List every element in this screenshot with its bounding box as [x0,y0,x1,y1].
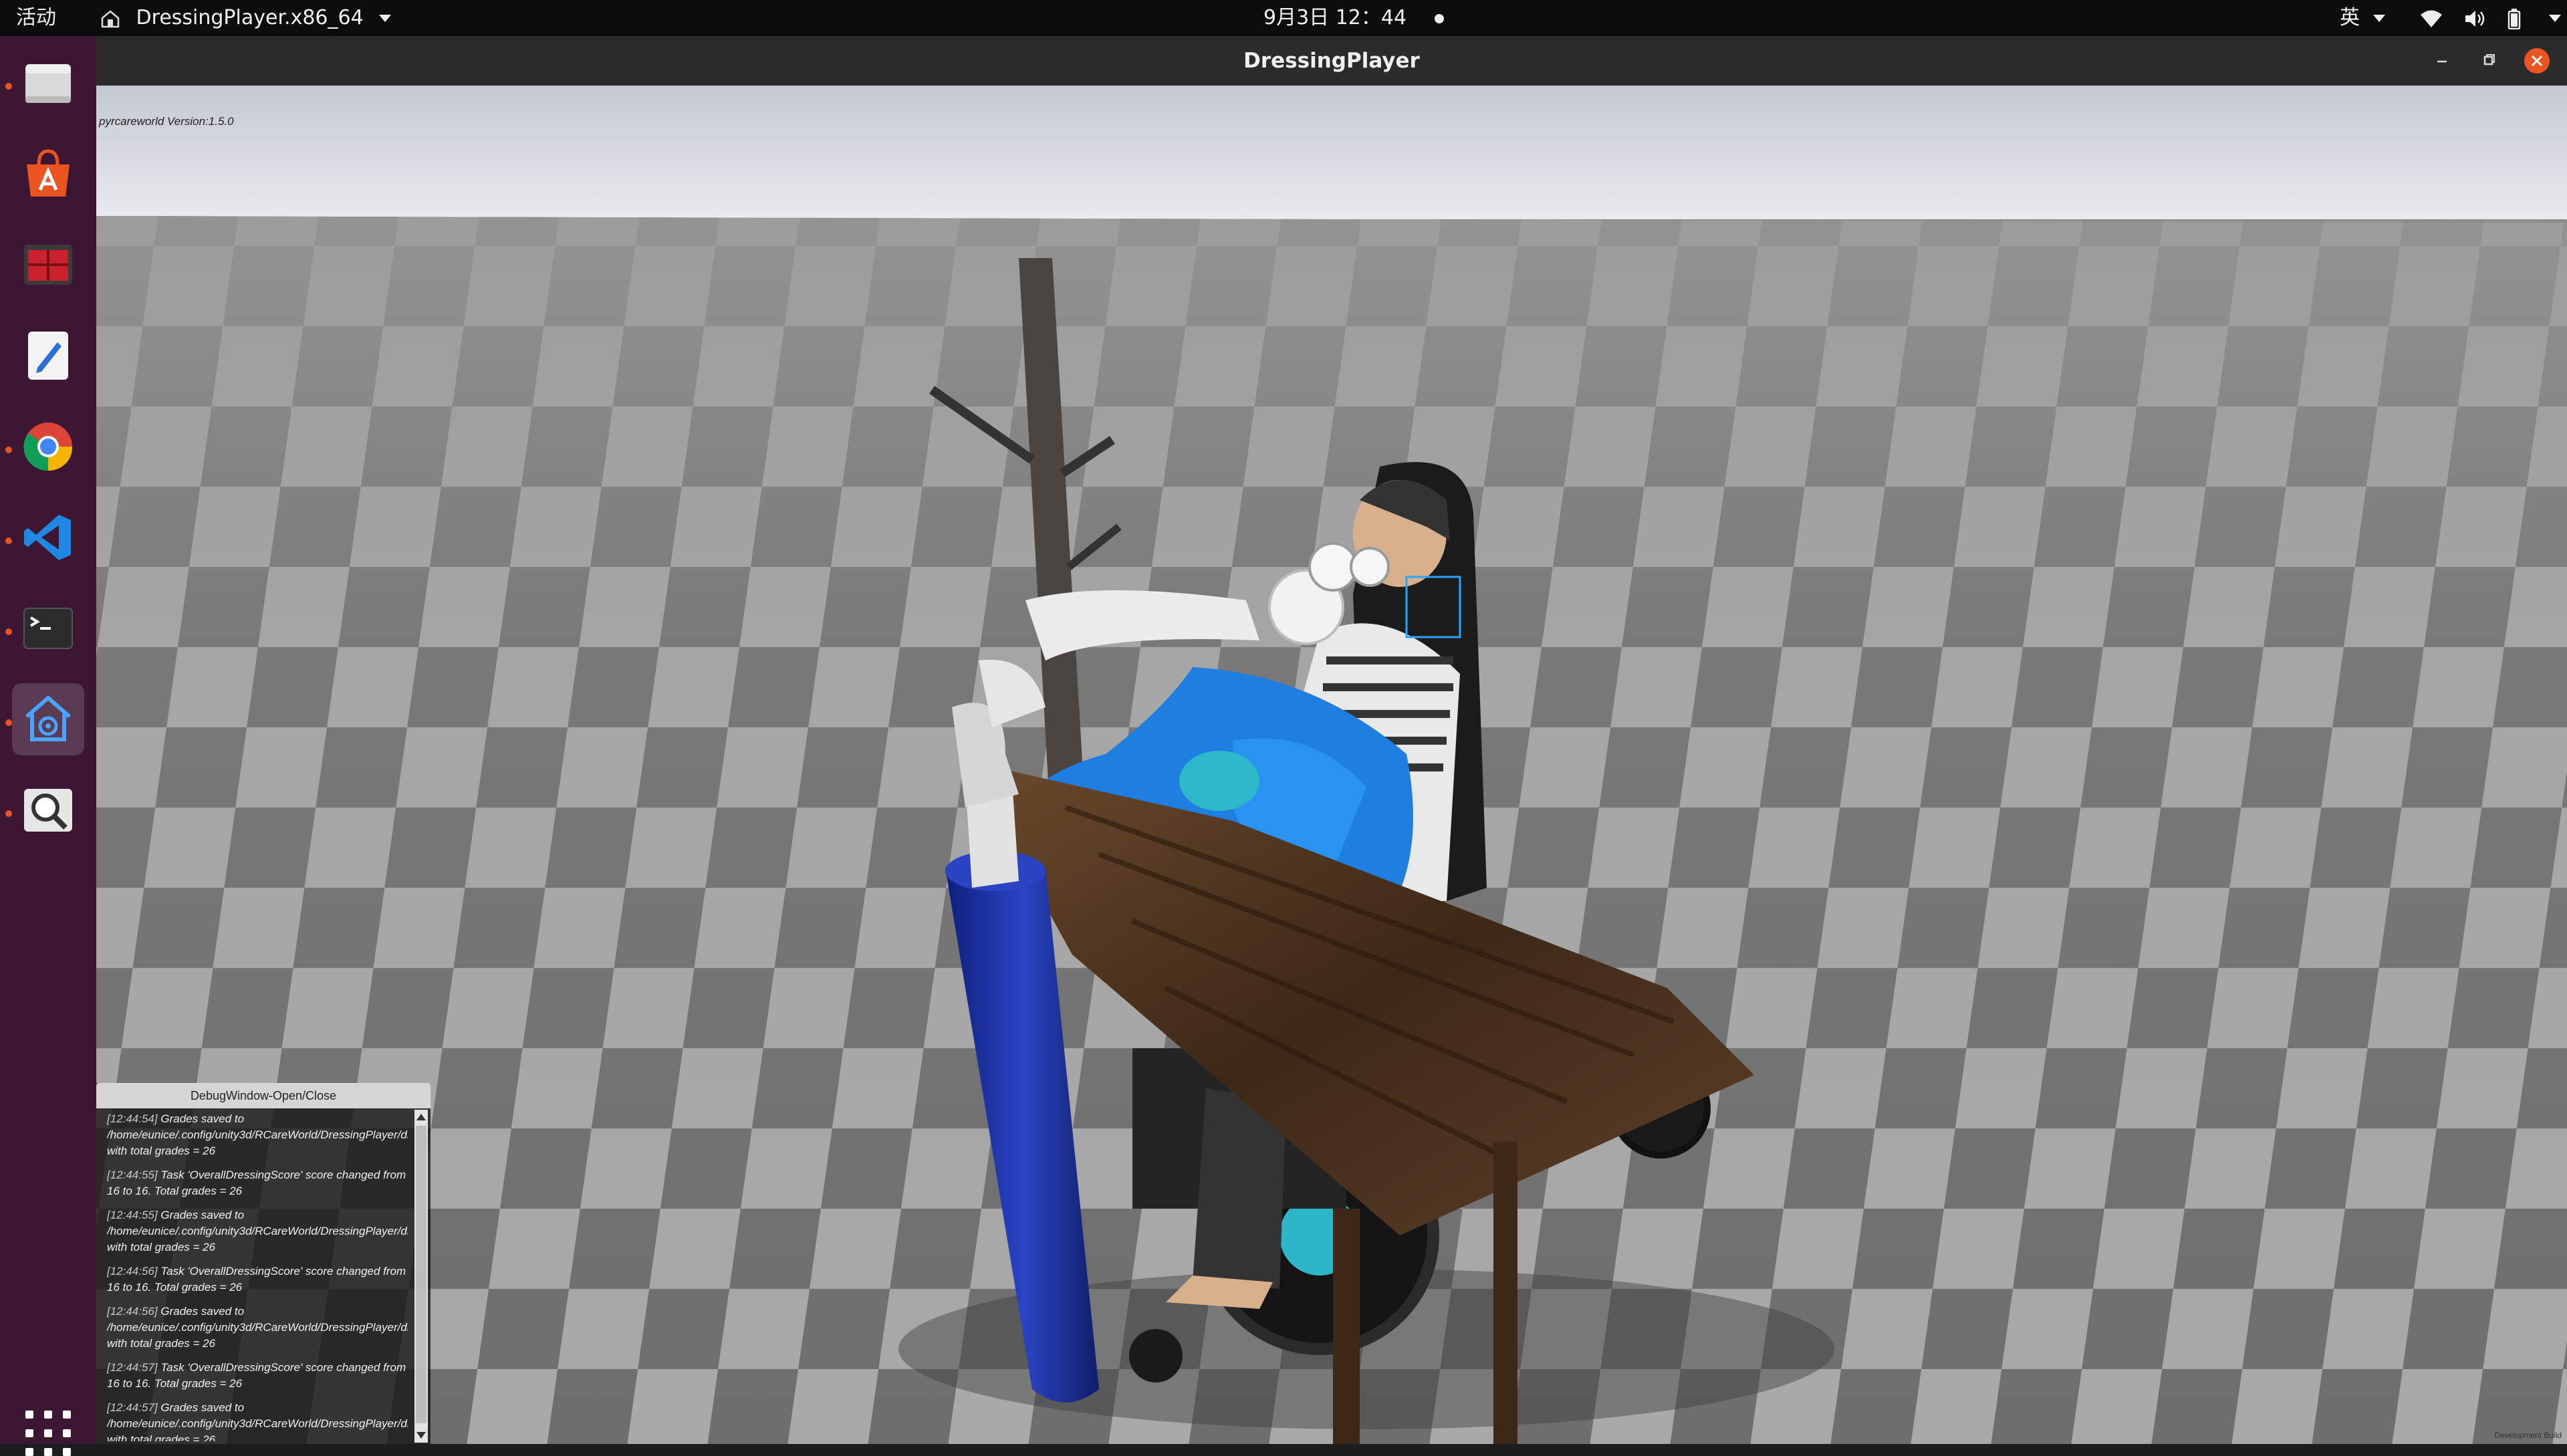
dock-item-dressing-player[interactable] [12,683,84,755]
dock-item-chrome[interactable] [12,410,84,483]
running-indicator [5,537,12,544]
log-entry: [12:44:56] Grades saved to /home/eunice/… [107,1305,408,1350]
minimize-button[interactable] [2429,48,2455,74]
app-icon [101,9,120,27]
magnifier-icon [24,789,72,832]
clock-label: 9月3日 12：44 [1263,6,1407,29]
volume-icon [2465,10,2484,27]
dev-build-label: Development Build [2494,1431,2562,1440]
folder-icon [25,64,71,103]
debug-window: DebugWindow-Open/Close [12:44:54] Grades… [96,1083,431,1444]
debug-window-toggle[interactable]: DebugWindow-Open/Close [96,1083,431,1108]
input-method-label: 英 [2340,6,2360,29]
clock[interactable]: 9月3日 12：44 [1263,0,1444,36]
log-entry: [12:44:55] Grades saved to /home/eunice/… [107,1209,408,1253]
chevron-down-icon [2372,15,2385,22]
log-entry: [12:44:57] Grades saved to /home/eunice/… [107,1401,408,1441]
dock-item-files[interactable] [12,47,84,119]
running-indicator [5,83,12,90]
running-indicator [5,447,12,453]
dock-item-terminal[interactable] [12,592,84,664]
activities-button[interactable]: 活动 [16,0,56,36]
debug-log-list[interactable]: [12:44:54] Grades saved to /home/eunice/… [107,1111,408,1441]
scene-render [96,86,2567,1444]
log-entry: [12:44:57] Task 'OverallDressingScore' s… [107,1361,406,1390]
top-bar: 活动 DressingPlayer.x86_64 9月3日 12：44 英 [0,0,2567,36]
log-entry: [12:44:55] Task 'OverallDressingScore' s… [107,1169,406,1197]
restore-icon [2483,54,2495,66]
app-menu[interactable]: DressingPlayer.x86_64 [100,0,392,36]
close-button[interactable] [2524,48,2550,74]
app-store-icon [27,149,70,197]
running-indicator [5,810,12,817]
window-title-bar[interactable]: DressingPlayer [96,36,2567,86]
battery-icon [2508,8,2521,29]
chrome-icon [23,422,73,471]
show-applications-button[interactable] [25,1411,71,1456]
game-window-icon [24,245,72,285]
sky [96,86,2567,219]
terminal-icon [23,608,73,649]
scroll-up-icon[interactable] [416,1114,426,1120]
window-title: DressingPlayer [1243,49,1420,73]
debug-scrollbar[interactable] [414,1110,428,1443]
close-icon [2531,55,2543,67]
wifi-icon [2421,10,2442,27]
app-menu-label: DressingPlayer.x86_64 [136,6,364,29]
game-viewport[interactable]: pyrcareworld Version:1.5.0 Development B… [96,86,2567,1444]
dock-item-image-viewer[interactable] [12,774,84,846]
version-label: pyrcareworld Version:1.5.0 [99,115,234,128]
dock-item-rcareworld[interactable] [12,229,84,301]
scroll-down-icon[interactable] [416,1432,426,1439]
pencil-icon [28,332,68,380]
log-entry: [12:44:56] Task 'OverallDressingScore' s… [107,1265,406,1294]
notification-dot-icon [1434,13,1444,23]
chevron-down-icon [2548,15,2561,22]
running-indicator [5,628,12,635]
scrollbar-thumb[interactable] [416,1126,426,1423]
house-gear-icon [25,695,71,741]
minimize-icon [2437,60,2447,63]
vscode-icon [24,515,71,560]
chevron-down-icon [379,15,392,22]
system-menu[interactable] [2420,0,2561,36]
running-indicator [5,719,12,726]
input-method-menu[interactable]: 英 [2340,0,2385,36]
dock-item-software[interactable] [12,138,84,210]
log-entry: [12:44:54] Grades saved to /home/eunice/… [107,1112,408,1157]
dock-item-text-editor[interactable] [12,320,84,392]
dock-item-vscode[interactable] [12,501,84,574]
restore-button[interactable] [2476,48,2501,74]
dock [0,36,96,1456]
